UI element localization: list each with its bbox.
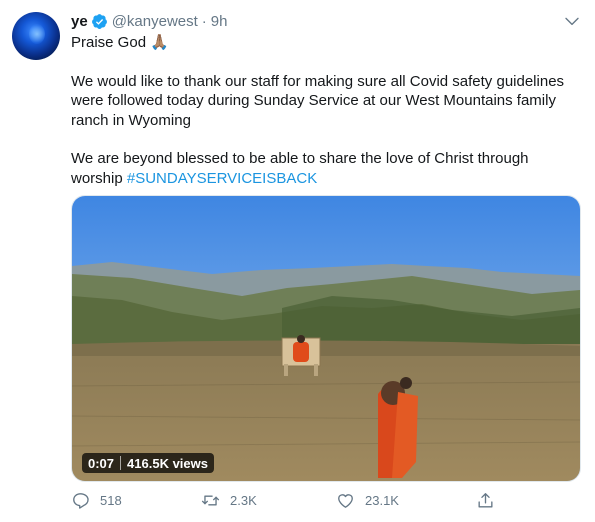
like-count: 23.1K (365, 492, 399, 508)
retweet-count: 2.3K (230, 492, 257, 508)
tweet-line-text: Praise God (71, 34, 147, 51)
video-duration: 0:07 (88, 455, 115, 471)
tweet-text: Praise God 🙏🏽 We would like to thank our… (71, 33, 581, 188)
reply-button[interactable]: 518 (71, 488, 122, 512)
hashtag-link[interactable]: #SUNDAYSERVICEISBACK (127, 170, 317, 187)
tweet-line: Praise God 🙏🏽 (71, 33, 581, 53)
like-button[interactable]: 23.1K (336, 488, 399, 512)
reply-count: 518 (100, 492, 122, 508)
praying-hands-emoji: 🙏🏽 (150, 34, 169, 51)
separator-dot: · (201, 12, 207, 30)
tweet-header: ye @kanyewest · 9h (71, 11, 227, 31)
tweet-actions: 518 2.3K 23.1K (71, 488, 501, 512)
video-views: 416.5K views (127, 455, 208, 471)
tweet-line: We would like to thank our staff for mak… (71, 72, 565, 129)
share-icon (478, 492, 493, 508)
tweet-card[interactable]: ye @kanyewest · 9h Praise God 🙏🏽 We woul… (0, 0, 595, 522)
video-stats-overlay: 0:07 416.5K views (82, 453, 214, 473)
chevron-down-icon[interactable] (563, 12, 581, 30)
share-button[interactable] (476, 488, 505, 512)
timestamp[interactable]: 9h (211, 13, 228, 30)
video-thumbnail (72, 196, 580, 481)
verified-badge-icon (91, 13, 107, 29)
display-name[interactable]: ye (71, 13, 88, 30)
retweet-icon (201, 494, 220, 506)
retweet-button[interactable]: 2.3K (201, 488, 257, 512)
handle[interactable]: @kanyewest (112, 13, 198, 30)
reply-icon (73, 492, 89, 509)
avatar[interactable] (12, 12, 60, 60)
video-player[interactable]: 0:07 416.5K views (71, 195, 581, 482)
heart-icon (338, 493, 353, 508)
tweet-line: We are beyond blessed to be able to shar… (71, 149, 581, 188)
